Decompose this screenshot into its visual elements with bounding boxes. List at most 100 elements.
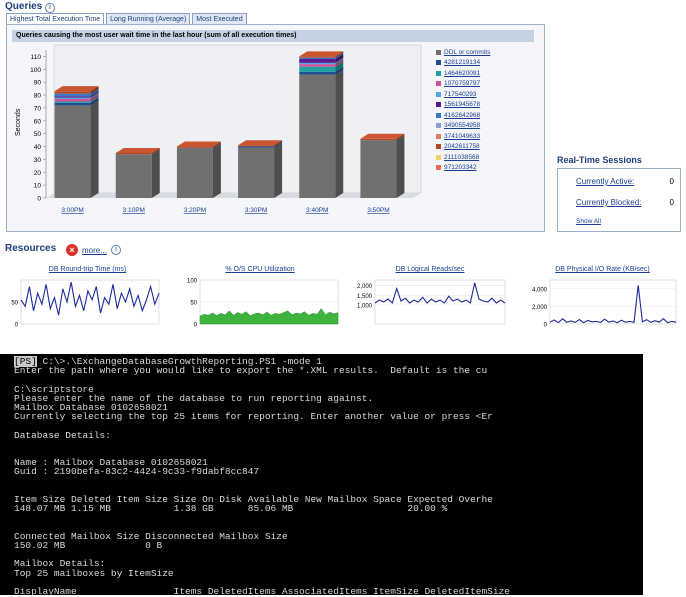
resources-title-text: Resources [5, 243, 57, 254]
y-axis-label: Seconds [15, 108, 22, 136]
legend-item[interactable]: 1070759797 [436, 79, 490, 90]
info-icon[interactable]: i [111, 245, 121, 255]
mini-chart-title-logical-reads[interactable]: DB Logical Reads/sec [355, 266, 505, 273]
legend-label: 4281219134 [444, 59, 481, 67]
bar-segment[interactable] [54, 102, 91, 106]
bar-segment[interactable] [54, 101, 91, 103]
bar-segment[interactable] [54, 98, 91, 102]
legend-swatch [436, 154, 441, 160]
bar-segment[interactable] [299, 71, 336, 75]
console-line: 148.07 MB 1.15 MB 1.38 GB 85.06 MB 20.00… [14, 503, 448, 515]
bar-segment[interactable] [54, 93, 91, 97]
y-tick-label: 50 [190, 301, 197, 307]
bar-segment[interactable] [115, 154, 152, 198]
legend-swatch [436, 49, 441, 55]
bar-segment[interactable] [238, 145, 275, 147]
x-tick-label[interactable]: 3:20PM [184, 207, 206, 214]
y-tick-label: 2,000 [532, 305, 548, 311]
bar-segment[interactable] [299, 57, 336, 60]
realtime-sessions-title: Real-Time Sessions [557, 155, 642, 165]
bar-segment[interactable] [299, 74, 336, 198]
y-tick-label: 80 [34, 93, 42, 100]
cpu-utilization-chart: 0 50 100 [187, 279, 339, 329]
y-tick-label: 70 [34, 105, 42, 112]
x-tick-label[interactable]: 3:10PM [123, 207, 145, 214]
info-icon[interactable]: i [45, 3, 56, 13]
y-tick-label: 110 [31, 54, 42, 61]
y-tick-label: 100 [30, 67, 41, 74]
bar-segment[interactable] [115, 152, 152, 155]
legend-swatch [436, 165, 441, 171]
legend-swatch [436, 133, 441, 139]
legend-item[interactable]: 2111038568 [436, 152, 490, 163]
console-line: 150.02 MB 0 B [14, 540, 163, 551]
bar-segment[interactable] [54, 105, 91, 198]
queries-title-text: Queries [5, 1, 43, 12]
bar-segment[interactable] [299, 64, 336, 67]
legend-item[interactable]: 1464620091 [436, 68, 490, 79]
bar-side [274, 142, 283, 198]
x-tick-label[interactable]: 3:00PM [61, 207, 83, 214]
y-tick-label: 1,500 [357, 294, 373, 300]
bar-segment[interactable] [299, 62, 336, 65]
bar-segment[interactable] [299, 59, 336, 63]
x-tick-label[interactable]: 3:30PM [245, 207, 267, 214]
legend-item[interactable]: DDL or commits [436, 47, 490, 58]
more-link[interactable]: more... [82, 246, 107, 255]
bar-segment[interactable] [176, 147, 213, 198]
legend-swatch [436, 144, 441, 150]
y-tick-label: 50 [34, 131, 42, 138]
bar-segment[interactable] [299, 56, 336, 58]
legend-label: 4162642968 [444, 111, 481, 119]
queries-title: Queries i [5, 1, 56, 13]
y-tick-label: 1,000 [357, 303, 373, 309]
legend-label: 717540293 [444, 90, 477, 98]
bar-segment[interactable] [54, 97, 91, 99]
y-tick-label: 4,000 [532, 287, 548, 293]
y-tick-label: 0 [37, 196, 41, 203]
mini-chart-title-cpu[interactable]: % O/S CPU Utilization [185, 266, 335, 273]
currently-blocked-link[interactable]: Currently Blocked: [576, 198, 641, 207]
currently-active-link[interactable]: Currently Active: [576, 177, 634, 186]
console-line: Enter the path where you would like to e… [14, 365, 488, 377]
powershell-console[interactable]: [PS] C:\>.\ExchangeDatabaseGrowthReporti… [0, 354, 643, 597]
y-tick-label: 2,000 [357, 284, 373, 290]
legend-item[interactable]: 2042611758 [436, 142, 490, 153]
legend-item[interactable]: 4162642968 [436, 110, 490, 121]
mini-chart-title-physical-io[interactable]: DB Physical I/O Rate (KB/sec) [530, 266, 675, 273]
bar-segment[interactable] [176, 146, 213, 148]
legend-item[interactable]: 3490554958 [436, 121, 490, 132]
legend-item[interactable]: 971203342 [436, 163, 490, 174]
bar-segment[interactable] [54, 91, 91, 94]
y-tick-label: 0 [194, 323, 198, 329]
bar-segment[interactable] [238, 146, 275, 148]
x-tick-label[interactable]: 3:50PM [367, 207, 389, 214]
legend-item[interactable]: 1561945678 [436, 100, 490, 111]
mini-plot-area [549, 279, 677, 325]
bar-segment[interactable] [360, 138, 397, 141]
chart-legend: DDL or commits 4281219134 1464620091 107075… [436, 47, 490, 173]
legend-label: 2111038568 [444, 153, 480, 161]
bar-segment[interactable] [54, 96, 91, 98]
x-tick-label[interactable]: 3:40PM [306, 207, 328, 214]
bar-segment[interactable] [360, 140, 397, 198]
legend-item[interactable]: 3741049633 [436, 131, 490, 142]
logical-reads-chart: 1,000 1,500 2,000 [357, 279, 506, 325]
legend-item[interactable]: 717540293 [436, 89, 490, 100]
show-all-link[interactable]: Show All [576, 218, 601, 225]
bar-side [396, 135, 405, 198]
legend-swatch [436, 60, 441, 66]
mini-chart-title-roundtrip[interactable]: DB Round-trip Time (ms) [15, 266, 160, 273]
legend-swatch [436, 91, 441, 97]
legend-label: 971203342 [444, 164, 477, 172]
legend-item[interactable]: 4281219134 [436, 58, 490, 69]
bar-segment[interactable] [238, 147, 275, 198]
close-icon[interactable]: × [66, 244, 78, 256]
legend-label: 1464620091 [444, 69, 481, 77]
y-tick-label: 0 [544, 323, 548, 329]
legend-label: 3741049633 [444, 132, 481, 140]
bar-segment[interactable] [299, 66, 336, 72]
y-tick-label: 100 [187, 279, 198, 285]
console-line: Guid : 2190befa-83c2-4424-9c33-f9dabf8cc… [14, 466, 260, 478]
queries-bar-chart: 0 10 20 30 40 50 60 70 80 90 100 110 Seconds 3:00PM 3:… [15, 44, 422, 214]
